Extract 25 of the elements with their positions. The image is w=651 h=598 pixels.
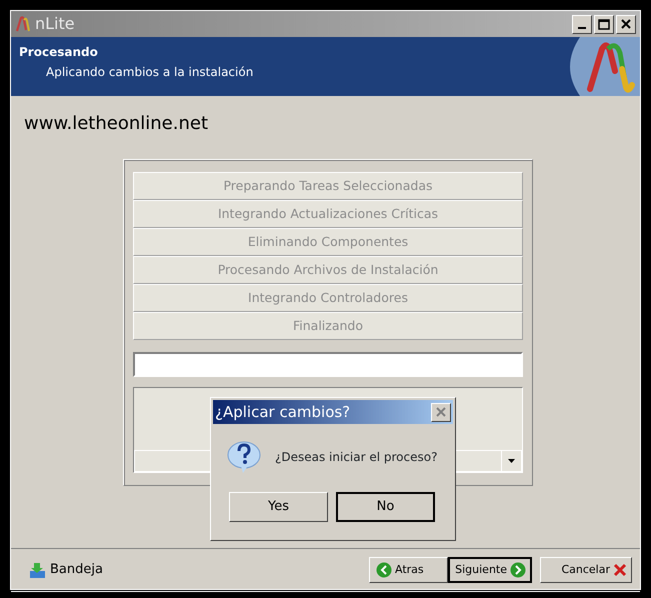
dialog-button[interactable]: Yes: [229, 492, 328, 522]
close-icon: [621, 19, 631, 29]
header-title: Procesando: [18, 44, 99, 61]
close-button[interactable]: [431, 402, 451, 422]
minimize-icon: [578, 26, 586, 28]
tray-download-icon: [29, 562, 46, 578]
footer-button[interactable]: Atras: [369, 557, 448, 583]
tray-button[interactable]: Bandeja: [29, 560, 103, 580]
maximize-icon: [598, 18, 610, 30]
minimize-button[interactable]: [572, 14, 592, 34]
close-icon: [613, 563, 627, 577]
dialog-title: ¿Aplicar cambios?: [215, 402, 350, 423]
close-button[interactable]: [616, 14, 636, 34]
question-icon: [227, 440, 261, 474]
website-text: www.letheonline.net: [23, 112, 210, 136]
app-logo-icon: [15, 15, 31, 33]
window-title: nLite: [35, 13, 75, 35]
dialog-button[interactable]: No: [336, 492, 435, 522]
close-icon: [436, 407, 446, 417]
maximize-button[interactable]: [594, 14, 614, 34]
footer-button[interactable]: Cancelar: [540, 557, 632, 583]
footer-button[interactable]: Siguiente: [448, 557, 532, 583]
dialog-message: ¿Deseas iniciar el proceso?: [275, 449, 438, 466]
header-subtitle: Aplicando cambios a la instalación: [45, 64, 254, 81]
caret-icon: [508, 459, 515, 463]
